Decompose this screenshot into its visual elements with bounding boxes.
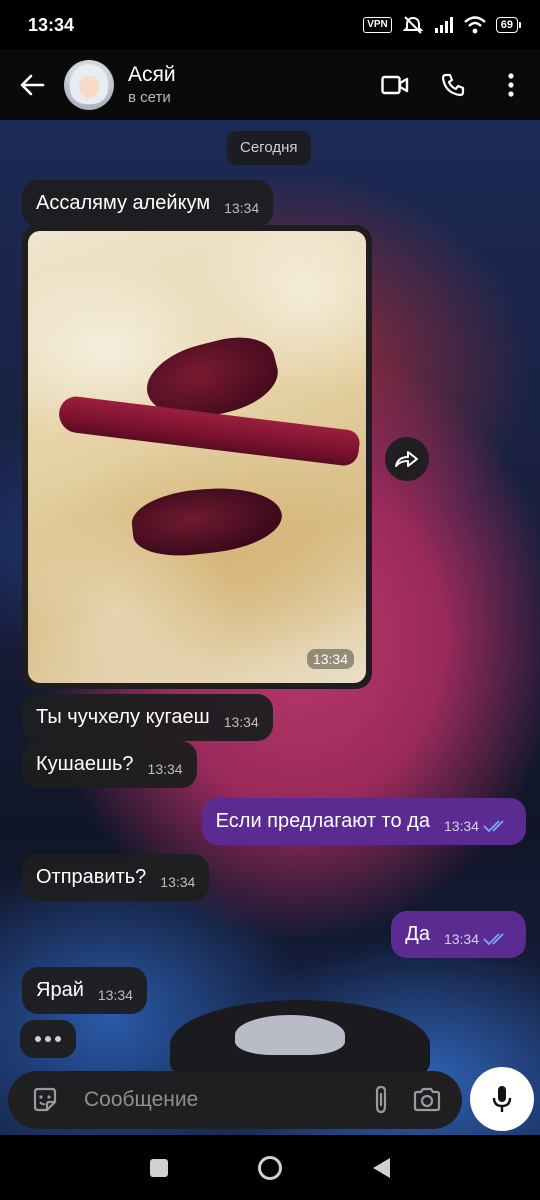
- forward-button[interactable]: [385, 437, 429, 481]
- churchkhela-piece: [129, 481, 285, 561]
- attach-button[interactable]: [358, 1077, 404, 1123]
- contact-info[interactable]: Асяй в сети: [128, 62, 366, 108]
- battery-indicator: 69: [495, 17, 522, 33]
- home-button[interactable]: [257, 1155, 283, 1181]
- message-bubble-incoming[interactable]: Ярай 13:34: [22, 967, 147, 1014]
- message-bubble-incoming[interactable]: Ассаляму алейкум 13:34: [22, 180, 274, 227]
- read-ticks-icon: [483, 933, 504, 946]
- wifi-icon: [463, 16, 486, 34]
- more-vertical-icon: [508, 73, 514, 97]
- header-actions: [366, 50, 540, 120]
- voice-call-button[interactable]: [424, 50, 482, 120]
- system-navigation-bar: [0, 1135, 540, 1200]
- message-bubble-incoming[interactable]: Отправить? 13:34: [22, 854, 210, 901]
- chat-header: Асяй в сети: [0, 50, 540, 120]
- sticker-icon: [33, 1087, 57, 1112]
- message-input[interactable]: [84, 1088, 358, 1112]
- avatar[interactable]: [64, 60, 114, 110]
- video-call-button[interactable]: [366, 50, 424, 120]
- vpn-badge: VPN: [363, 17, 392, 33]
- more-menu-button[interactable]: [482, 50, 540, 120]
- message-text: Ты чучхелу кугаеш: [36, 706, 210, 728]
- recents-button[interactable]: [149, 1158, 169, 1178]
- status-bar: 13:34 VPN 69: [0, 0, 540, 50]
- message-time: 13:34: [147, 761, 183, 777]
- message-time: 13:34: [443, 931, 479, 947]
- message-bubble-incoming[interactable]: Ты чучхелу кугаеш 13:34: [22, 694, 273, 741]
- camera-button[interactable]: [404, 1077, 450, 1123]
- message-time: 13:34: [223, 714, 259, 730]
- message-bubble-outgoing[interactable]: Если предлагают то да 13:34: [201, 798, 526, 845]
- mute-icon: [402, 16, 424, 34]
- message-text: Ярай: [36, 979, 84, 1001]
- message-text: Да: [405, 923, 430, 945]
- message-text: Если предлагают то да: [215, 810, 430, 832]
- signal-icon: [434, 17, 453, 33]
- message-text: Кушаешь?: [36, 753, 134, 775]
- date-separator: Сегодня: [227, 131, 311, 165]
- voice-message-button[interactable]: [470, 1067, 534, 1131]
- status-icons: VPN 69: [363, 15, 522, 35]
- arrow-left-icon: [20, 74, 45, 96]
- contact-name: Асяй: [128, 63, 176, 86]
- message-time: 13:34: [160, 874, 196, 890]
- back-nav-button[interactable]: [371, 1157, 391, 1179]
- message-time: 13:34: [224, 200, 260, 216]
- contact-status: в сети: [128, 89, 171, 106]
- message-bubble-outgoing[interactable]: Да 13:34: [391, 911, 526, 958]
- read-ticks-icon: [483, 820, 504, 833]
- message-bubble-incoming[interactable]: Кушаешь? 13:34: [22, 741, 197, 788]
- sticker-button[interactable]: [22, 1077, 68, 1123]
- microphone-icon: [492, 1086, 512, 1112]
- photo-image[interactable]: 13:34: [28, 231, 366, 683]
- forward-icon: [395, 451, 418, 467]
- phone-icon: [441, 73, 465, 97]
- back-button[interactable]: [0, 50, 64, 120]
- message-composer: [8, 1071, 462, 1129]
- paperclip-icon: [375, 1085, 387, 1114]
- message-text: Отправить?: [36, 866, 147, 888]
- photo-message[interactable]: 13:34: [22, 225, 372, 689]
- message-time: 13:34: [306, 649, 354, 669]
- typing-indicator: [20, 1020, 76, 1058]
- camera-icon: [413, 1087, 441, 1112]
- video-call-icon: [381, 75, 409, 95]
- message-time: 13:34: [97, 987, 133, 1003]
- status-time: 13:34: [28, 14, 75, 35]
- message-time: 13:34: [443, 818, 479, 834]
- message-text: Ассаляму алейкум: [36, 192, 211, 214]
